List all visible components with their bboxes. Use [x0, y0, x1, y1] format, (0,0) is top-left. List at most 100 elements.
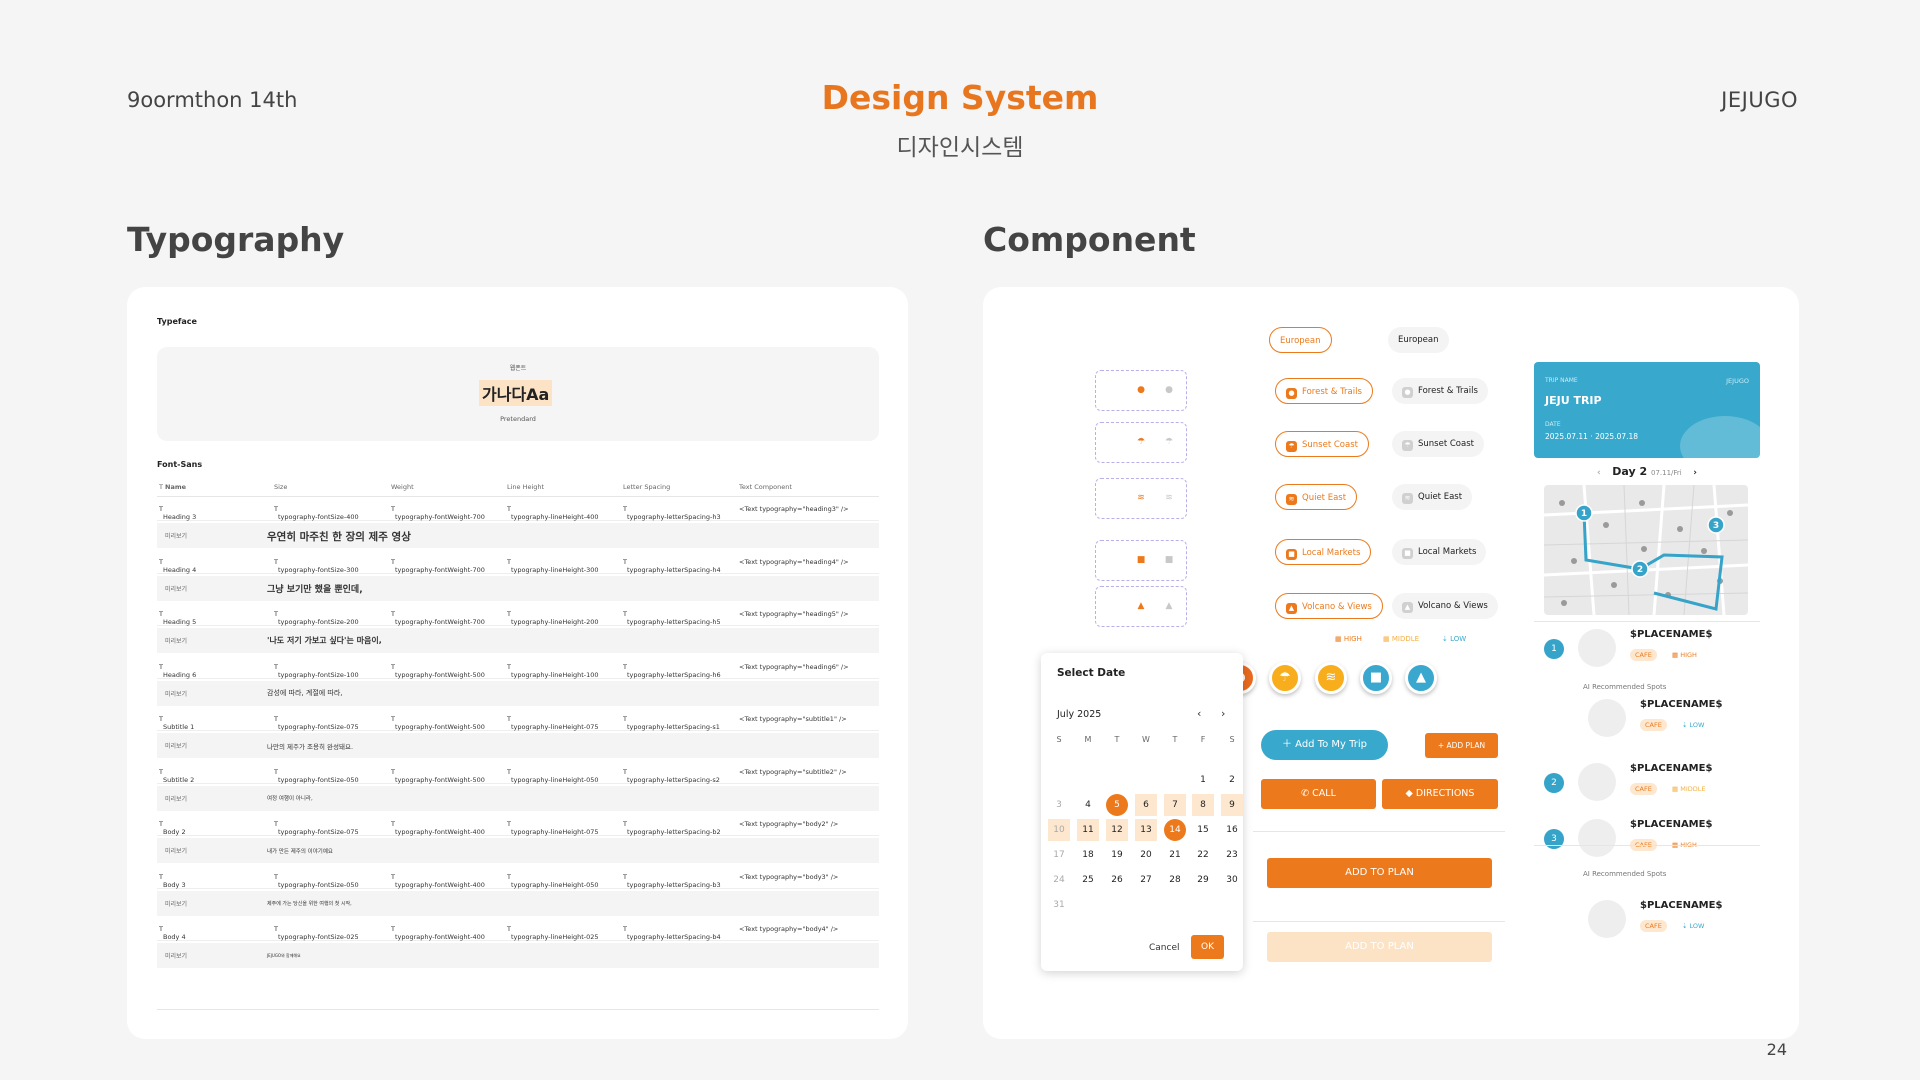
calendar-day[interactable]: 29: [1192, 869, 1214, 891]
calendar-day[interactable]: 11: [1077, 819, 1099, 841]
calendar-day[interactable]: 3: [1048, 794, 1070, 816]
calendar-day[interactable]: 26: [1106, 869, 1128, 891]
calendar-day[interactable]: 13: [1135, 819, 1157, 841]
calendar-day[interactable]: 6: [1135, 794, 1157, 816]
category-chip-off-2[interactable]: ☂ Sunset Coast: [1392, 431, 1484, 457]
icon-toggle-pair[interactable]: ● ●: [1095, 370, 1187, 411]
col-size-header: Size: [274, 483, 288, 491]
spec-line: T typography-lineHeight-075: [507, 715, 599, 731]
add-to-plan-button[interactable]: ADD TO PLAN: [1267, 858, 1492, 888]
calendar-day[interactable]: 21: [1164, 844, 1186, 866]
place-list-item[interactable]: $PLACENAME$ CAFE ⇣ LOW: [1544, 695, 1764, 745]
category-chip-off-4[interactable]: ■ Local Markets: [1392, 539, 1487, 565]
spec-weight-value: typography-fontWeight-700: [394, 565, 485, 574]
calendar-day[interactable]: 4: [1077, 794, 1099, 816]
day-selector[interactable]: ‹ Day 2 07.11/Fri ›: [1534, 465, 1760, 478]
calendar-day[interactable]: 19: [1106, 844, 1128, 866]
volcano-icon[interactable]: ▲: [1162, 599, 1176, 613]
calendar-day[interactable]: 9: [1221, 794, 1243, 816]
calendar-day[interactable]: 5: [1106, 794, 1128, 816]
chevron-left-icon[interactable]: ‹: [1197, 707, 1201, 720]
calendar-day[interactable]: 7: [1164, 794, 1186, 816]
chevron-right-icon[interactable]: ›: [1693, 468, 1697, 478]
category-chip-on-4[interactable]: ■ Local Markets: [1275, 539, 1372, 565]
calendar-day[interactable]: 30: [1221, 869, 1243, 891]
map-pin-wave-icon[interactable]: ≋: [1315, 662, 1347, 694]
map-pin-volcano-icon[interactable]: ▲: [1405, 662, 1437, 694]
map-pin-market-icon[interactable]: ■: [1360, 662, 1392, 694]
chip-label: Sunset Coast: [1418, 439, 1474, 449]
umbrella-icon[interactable]: ☂: [1162, 435, 1176, 449]
category-chip-on-5[interactable]: ▲ Volcano & Views: [1275, 593, 1383, 619]
place-list-item[interactable]: 1 $PLACENAME$ CAFE ▦ HIGH: [1534, 625, 1754, 675]
calendar-day[interactable]: 25: [1077, 869, 1099, 891]
place-number-badge: 1: [1544, 639, 1564, 659]
market-icon[interactable]: ■: [1162, 553, 1176, 567]
spec-line-value: typography-lineHeight-050: [510, 775, 599, 784]
calendar-day[interactable]: 2: [1221, 769, 1243, 791]
tree-icon[interactable]: ●: [1134, 383, 1148, 397]
calendar-day[interactable]: 1: [1192, 769, 1214, 791]
category-chip-off-1[interactable]: ● Forest & Trails: [1392, 378, 1488, 404]
calendar-day[interactable]: 22: [1192, 844, 1214, 866]
calendar-day[interactable]: 27: [1135, 869, 1157, 891]
call-button[interactable]: ✆ CALL: [1261, 779, 1376, 809]
calendar-ok-button[interactable]: OK: [1191, 935, 1224, 959]
place-list-item[interactable]: $PLACENAME$ CAFE ⇣ LOW: [1544, 896, 1764, 946]
chevron-right-icon[interactable]: ›: [1221, 707, 1225, 720]
calendar-day[interactable]: 18: [1077, 844, 1099, 866]
place-list-item[interactable]: 3 $PLACENAME$ CAFE ▦ HIGH: [1534, 815, 1754, 865]
category-chip-on-2[interactable]: ☂ Sunset Coast: [1275, 431, 1369, 457]
calendar-day[interactable]: 16: [1221, 819, 1243, 841]
calendar-day[interactable]: 12: [1106, 819, 1128, 841]
spec-spacing-value: typography-letterSpacing-s1: [626, 723, 720, 731]
divider: [1534, 845, 1760, 846]
icon-toggle-pair[interactable]: ■ ■: [1095, 540, 1187, 581]
calendar-day[interactable]: 8: [1192, 794, 1214, 816]
category-chip-on-0[interactable]: European: [1269, 327, 1332, 353]
directions-button[interactable]: ◆ DIRECTIONS: [1382, 779, 1498, 809]
icon-toggle-pair[interactable]: ≋ ≋: [1095, 478, 1187, 519]
calendar-day[interactable]: 28: [1164, 869, 1186, 891]
spec-size-value: typography-fontSize-050: [277, 775, 359, 784]
spec-line: T typography-lineHeight-025: [507, 925, 599, 941]
category-chip-off-5[interactable]: ▲ Volcano & Views: [1392, 593, 1498, 619]
icon-toggle-pair[interactable]: ▲ ▲: [1095, 586, 1187, 627]
tree-icon: ●: [1286, 388, 1297, 399]
calendar-day[interactable]: 20: [1135, 844, 1157, 866]
add-plan-small-button[interactable]: + ADD PLAN: [1425, 733, 1498, 758]
tree-icon[interactable]: ●: [1162, 383, 1176, 397]
calendar-day[interactable]: 15: [1192, 819, 1214, 841]
preview-text: 여정 여행이 아니라,: [267, 796, 313, 803]
category-chip-off-3[interactable]: ≋ Quiet East: [1392, 484, 1473, 510]
typography-spec-row: T Subtitle 1 T typography-fontSize-075 T t…: [157, 707, 879, 731]
calendar-day[interactable]: 24: [1048, 869, 1070, 891]
calendar-day[interactable]: 10: [1048, 819, 1070, 841]
calendar-day[interactable]: 14: [1164, 819, 1186, 841]
market-icon[interactable]: ■: [1134, 553, 1148, 567]
category-chip-off-0[interactable]: European: [1388, 327, 1449, 353]
spec-component: <Text typography="body2" />: [739, 820, 839, 828]
calendar-cancel-button[interactable]: Cancel: [1149, 943, 1180, 953]
umbrella-icon[interactable]: ☂: [1134, 435, 1148, 449]
typography-spec-row: T Body 2 T typography-fontSize-075 T typog…: [157, 812, 879, 836]
umbrella-icon: ☂: [1286, 441, 1297, 452]
add-to-my-trip-button[interactable]: ＋ Add To My Trip: [1261, 730, 1388, 760]
route-map[interactable]: 1 2 3: [1544, 485, 1748, 615]
volcano-icon[interactable]: ▲: [1134, 599, 1148, 613]
calendar-day[interactable]: 17: [1048, 844, 1070, 866]
category-chip-on-3[interactable]: ≋ Quiet East: [1275, 484, 1358, 510]
calendar-day[interactable]: 31: [1048, 894, 1070, 916]
spec-component: <Text typography="subtitle2" />: [739, 767, 847, 776]
chevron-left-icon[interactable]: ‹: [1597, 468, 1601, 478]
place-name: $PLACENAME$: [1630, 763, 1713, 774]
place-list-item[interactable]: 2 $PLACENAME$ CAFE ▦ MIDDLE: [1534, 759, 1754, 809]
typography-preview-row: 미리보기 제주에 가는 당신을 위한 여행의 첫 시작,: [157, 890, 879, 916]
calendar-day[interactable]: 23: [1221, 844, 1243, 866]
map-pin-umbrella-icon[interactable]: ☂: [1269, 662, 1301, 694]
icon-toggle-pair[interactable]: ☂ ☂: [1095, 422, 1187, 463]
spec-line: T typography-lineHeight-100: [507, 662, 599, 679]
wave-icon[interactable]: ≋: [1134, 491, 1148, 505]
wave-icon[interactable]: ≋: [1162, 491, 1176, 505]
category-chip-on-1[interactable]: ● Forest & Trails: [1275, 378, 1373, 404]
